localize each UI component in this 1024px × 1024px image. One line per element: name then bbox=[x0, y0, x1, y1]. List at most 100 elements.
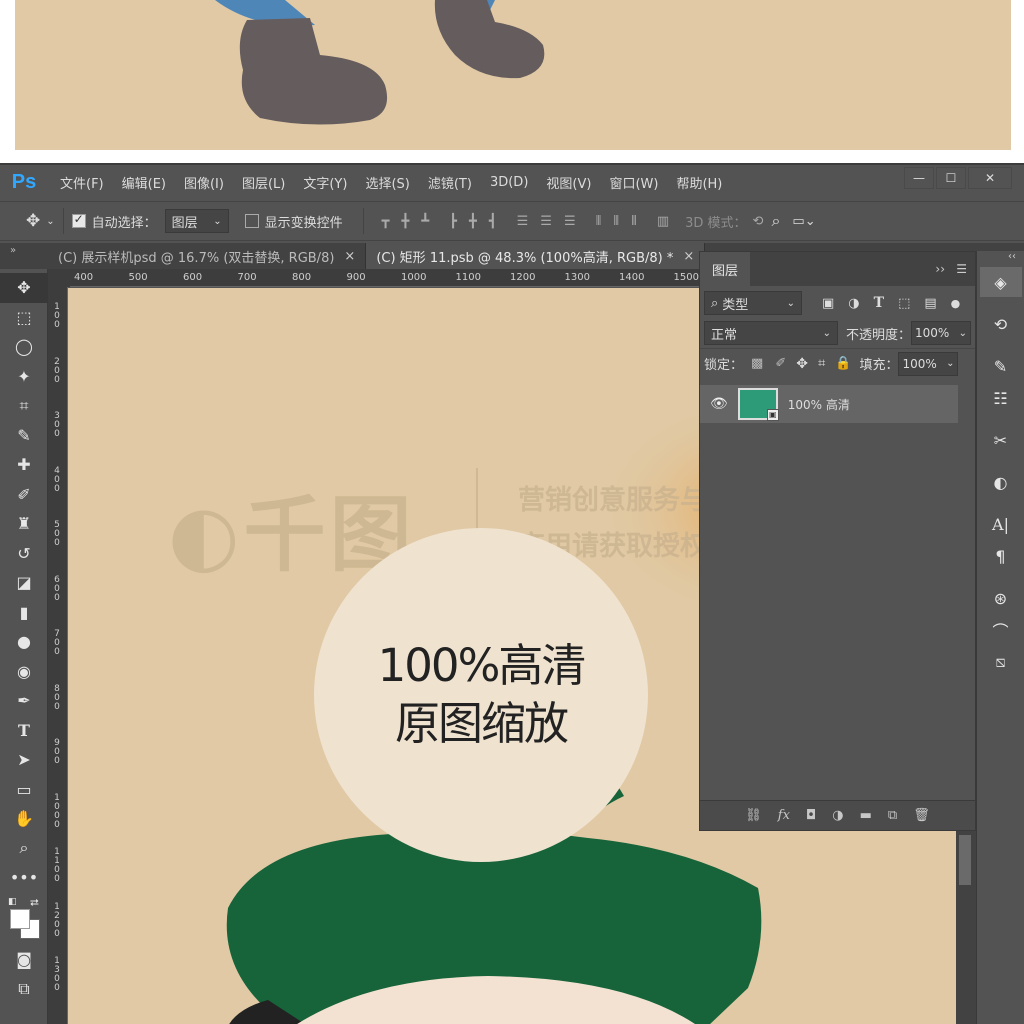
layers-dock-icon[interactable]: ◈ bbox=[979, 267, 1022, 297]
search-icon[interactable]: ⌕ bbox=[771, 211, 780, 231]
link-layers-icon[interactable]: ⛓ bbox=[745, 808, 762, 823]
menu-image[interactable]: 图像(I) bbox=[184, 173, 224, 192]
lock-paint-icon[interactable]: ✐ bbox=[775, 356, 786, 371]
lock-artboard-icon[interactable]: ⌗ bbox=[818, 356, 825, 371]
panel-menu-icon[interactable]: ☰ bbox=[956, 262, 967, 276]
tool-presets-icon[interactable]: ✂ bbox=[980, 425, 1022, 455]
paragraph-dock-icon[interactable]: ¶ bbox=[980, 541, 1022, 571]
menu-layer[interactable]: 图层(L) bbox=[242, 173, 285, 192]
healing-brush-icon[interactable]: ✚ bbox=[0, 450, 48, 480]
rectangle-icon[interactable]: ▭ bbox=[0, 775, 48, 805]
swap-colors-icon[interactable]: ⮂ bbox=[30, 896, 39, 910]
menu-file[interactable]: 文件(F) bbox=[60, 173, 104, 192]
menu-3d[interactable]: 3D(D) bbox=[490, 175, 528, 190]
layer-row[interactable]: 👁 ▣ 100% 高清 bbox=[700, 385, 958, 423]
show-transform-checkbox[interactable]: 显示变换控件 bbox=[244, 212, 343, 231]
auto-select-checkbox[interactable]: 自动选择： bbox=[71, 212, 157, 231]
distribute-bottom-icon[interactable]: ☰ bbox=[564, 214, 576, 229]
brush-icon[interactable]: ✐ bbox=[0, 480, 48, 510]
menu-help[interactable]: 帮助(H) bbox=[676, 173, 722, 192]
menu-select[interactable]: 选择(S) bbox=[365, 173, 409, 192]
menu-type[interactable]: 文字(Y) bbox=[303, 173, 347, 192]
magic-wand-icon[interactable]: ✦ bbox=[0, 362, 48, 392]
distribute-right-icon[interactable]: ⦀ bbox=[631, 214, 637, 229]
foreground-color[interactable] bbox=[10, 908, 30, 929]
align-bottom-icon[interactable]: ┻ bbox=[421, 214, 429, 229]
menu-view[interactable]: 视图(V) bbox=[546, 173, 591, 192]
filter-adjust-icon[interactable]: ◑ bbox=[848, 296, 859, 311]
eraser-icon[interactable]: ◪ bbox=[0, 568, 48, 598]
fill-field[interactable]: 100% ⌄ bbox=[898, 351, 959, 376]
paths-dock-icon[interactable]: ⌒ bbox=[980, 615, 1022, 645]
crop-icon[interactable]: ⌗ bbox=[0, 391, 48, 421]
align-vcenter-icon[interactable]: ╋ bbox=[402, 214, 410, 229]
tab-mockup-psd[interactable]: (C) 展示样机psd @ 16.7% (双击替换, RGB/8) × bbox=[48, 243, 367, 269]
collapse-left-icon[interactable]: » bbox=[0, 243, 48, 269]
distribute-top-icon[interactable]: ☰ bbox=[517, 214, 529, 229]
zoom-icon[interactable]: ⌕ bbox=[0, 834, 48, 864]
gradient-icon[interactable]: ▮ bbox=[0, 598, 48, 628]
layer-name[interactable]: 100% 高清 bbox=[788, 396, 850, 413]
pen-icon[interactable]: ✒ bbox=[0, 686, 48, 716]
quick-mask-icon[interactable]: ◙ bbox=[0, 945, 48, 975]
stamp-icon[interactable]: ♜ bbox=[0, 509, 48, 539]
workspace-icon[interactable]: ▭⌄ bbox=[792, 214, 815, 229]
align-top-icon[interactable]: ┳ bbox=[382, 214, 390, 229]
eyedropper-icon[interactable]: ✎ bbox=[0, 421, 48, 451]
vertical-scrollbar[interactable] bbox=[956, 831, 976, 1024]
history-brush-icon[interactable]: ↺ bbox=[0, 539, 48, 569]
menu-edit[interactable]: 编辑(E) bbox=[122, 173, 166, 192]
filter-toggle-icon[interactable]: ● bbox=[951, 297, 961, 310]
lock-pixels-icon[interactable]: ▩ bbox=[751, 356, 763, 371]
distribute-vcenter-icon[interactable]: ☰ bbox=[540, 214, 552, 229]
more-tools-icon[interactable]: ••• bbox=[0, 863, 48, 893]
visibility-eye-icon[interactable]: 👁 bbox=[710, 396, 728, 412]
properties-dock-icon[interactable]: ☷ bbox=[980, 383, 1022, 413]
blur-icon[interactable]: ● bbox=[0, 627, 48, 657]
marquee-icon[interactable]: ⬚ bbox=[0, 303, 48, 333]
3d-rotate-icon[interactable]: ⟲ bbox=[753, 214, 764, 229]
blend-mode-dropdown[interactable]: 正常 ⌄ bbox=[704, 321, 838, 345]
distribute-hcenter-icon[interactable]: ⦀ bbox=[613, 214, 619, 229]
path-select-icon[interactable]: ➤ bbox=[0, 745, 48, 775]
layer-comps-icon[interactable]: ⧅ bbox=[980, 647, 1022, 677]
lasso-icon[interactable]: ◯ bbox=[0, 332, 48, 362]
lock-position-icon[interactable]: ✥ bbox=[796, 356, 808, 372]
filter-shape-icon[interactable]: ⬚ bbox=[898, 296, 910, 311]
adjustment-layer-icon[interactable]: ◑ bbox=[832, 808, 843, 823]
lock-all-icon[interactable]: 🔒 bbox=[835, 356, 851, 371]
opacity-field[interactable]: 100% ⌄ bbox=[911, 321, 971, 345]
default-colors-icon[interactable]: ◧ bbox=[8, 897, 17, 907]
brush-settings-icon[interactable]: ✎ bbox=[980, 351, 1022, 381]
fx-icon[interactable]: fx bbox=[778, 808, 790, 823]
color-swatch-icon[interactable]: ◧ ⮂ bbox=[0, 893, 48, 943]
type-icon[interactable]: T bbox=[0, 716, 48, 746]
character-dock-icon[interactable]: A| bbox=[980, 509, 1022, 539]
menu-filter[interactable]: 滤镜(T) bbox=[428, 173, 472, 192]
tab-layers[interactable]: 图层 bbox=[700, 252, 751, 286]
move-tool-icon[interactable]: ✥ bbox=[0, 273, 48, 303]
auto-align-icon[interactable]: ▥ bbox=[657, 214, 669, 229]
move-tool-preset-icon[interactable]: ✥ ⌄ bbox=[26, 211, 55, 231]
scrollbar-thumb[interactable] bbox=[959, 835, 971, 885]
layer-mask-icon[interactable]: ◘ bbox=[806, 808, 816, 823]
minimize-icon[interactable]: — bbox=[904, 167, 934, 189]
maximize-icon[interactable]: ☐ bbox=[936, 167, 966, 189]
align-left-icon[interactable]: ┣ bbox=[449, 214, 457, 229]
auto-select-dropdown[interactable]: 图层 ⌄ bbox=[164, 209, 229, 233]
distribute-left-icon[interactable]: ⦀ bbox=[596, 214, 602, 229]
adjustments-dock-icon[interactable]: ◐ bbox=[980, 467, 1022, 497]
history-dock-icon[interactable]: ⟲ bbox=[980, 309, 1022, 339]
close-icon[interactable]: × bbox=[344, 249, 355, 264]
new-group-icon[interactable]: ▬ bbox=[860, 808, 872, 823]
collapse-dock-icon[interactable]: ‹‹ bbox=[977, 251, 1024, 265]
filter-smart-icon[interactable]: ▤ bbox=[924, 296, 936, 311]
dodge-icon[interactable]: ◉ bbox=[0, 657, 48, 687]
new-layer-icon[interactable]: ⧉ bbox=[888, 808, 897, 823]
screen-mode-icon[interactable]: ⧉ bbox=[0, 974, 48, 1004]
collapse-panel-icon[interactable]: ›› bbox=[935, 262, 945, 276]
delete-layer-icon[interactable]: 🗑 bbox=[913, 808, 930, 823]
channels-dock-icon[interactable]: ⊛ bbox=[980, 583, 1022, 613]
filter-type-icon[interactable]: T bbox=[874, 295, 884, 311]
align-right-icon[interactable]: ┫ bbox=[489, 214, 497, 229]
